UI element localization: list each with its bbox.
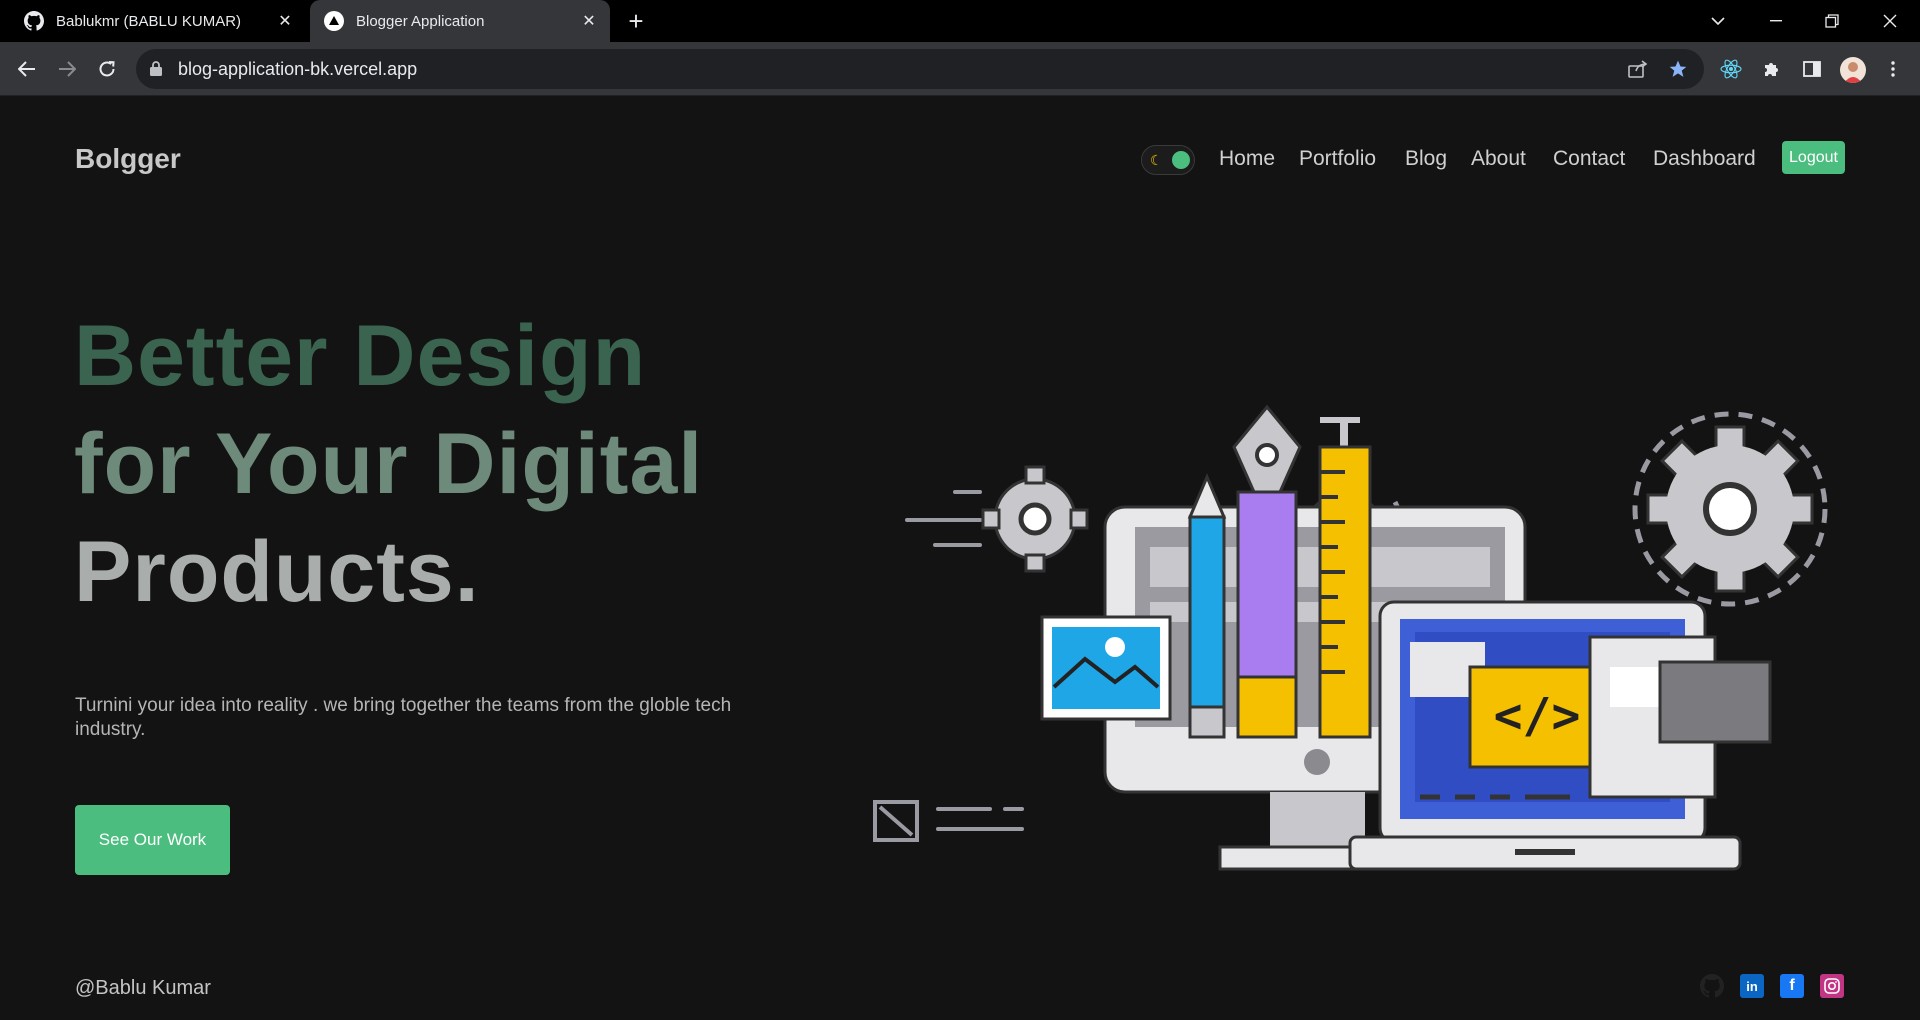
small-gear-icon [981, 465, 1089, 573]
share-icon[interactable] [1626, 57, 1650, 81]
browser-tab-github[interactable]: Bablukmr (BABLU KUMAR) ✕ [10, 0, 306, 42]
hero-title-line-1: Better Design [74, 308, 647, 404]
browser-tab-blogger[interactable]: Blogger Application ✕ [310, 0, 610, 42]
facebook-icon[interactable]: f [1780, 974, 1804, 998]
github-icon [24, 11, 44, 31]
forward-icon[interactable] [52, 54, 82, 84]
marker-icon [1232, 404, 1302, 739]
tab-title: Bablukmr (BABLU KUMAR) [56, 12, 242, 30]
url-text: blog-application-bk.vercel.app [178, 59, 418, 79]
nav-blog[interactable]: Blog [1405, 147, 1447, 171]
profile-avatar[interactable] [1840, 57, 1866, 83]
nav-about[interactable]: About [1471, 147, 1526, 171]
theme-toggle[interactable]: ☾ [1141, 145, 1195, 175]
close-tab-icon[interactable]: ✕ [578, 10, 600, 32]
hero-subtitle: Turnini your idea into reality . we brin… [75, 695, 732, 740]
nav-dashboard[interactable]: Dashboard [1653, 147, 1756, 171]
browser-menu-icon[interactable] [1880, 56, 1906, 82]
image-card-icon [1040, 615, 1172, 721]
side-panel-icon[interactable] [1799, 56, 1825, 82]
instagram-icon[interactable] [1820, 974, 1844, 998]
moon-icon: ☾ [1150, 152, 1163, 168]
nav-contact[interactable]: Contact [1553, 147, 1625, 171]
nav-home[interactable]: Home [1219, 147, 1275, 171]
address-bar[interactable]: blog-application-bk.vercel.app [136, 49, 1704, 89]
hero-title-line-3: Products. [74, 524, 480, 620]
bookmark-star-icon[interactable] [1666, 57, 1690, 81]
close-window-icon[interactable] [1862, 0, 1918, 42]
restore-icon[interactable] [1804, 0, 1860, 42]
react-devtools-icon[interactable] [1718, 56, 1744, 82]
large-gear-icon [1632, 411, 1828, 607]
minimize-icon[interactable] [1748, 0, 1804, 42]
new-tab-icon[interactable]: + [622, 8, 650, 36]
tab-title: Blogger Application [356, 12, 485, 30]
browser-toolbar: blog-application-bk.vercel.app [0, 42, 1920, 96]
site-logo[interactable]: Bolgger [75, 143, 181, 175]
nav-portfolio[interactable]: Portfolio [1299, 147, 1376, 171]
github-icon[interactable] [1700, 974, 1724, 998]
svg-text:</>: </> [1494, 688, 1581, 744]
reload-icon[interactable] [92, 54, 122, 84]
vercel-icon [324, 11, 344, 31]
page-content: Bolgger ☾ Home Portfolio Blog About Cont… [0, 97, 1920, 1020]
tab-search-icon[interactable] [1690, 0, 1746, 42]
linkedin-icon[interactable]: in [1740, 974, 1764, 998]
footer-credit: @Bablu Kumar [75, 977, 211, 999]
toggle-knob [1172, 151, 1190, 169]
laptop-icon: </> [1348, 600, 1772, 871]
logout-button[interactable]: Logout [1782, 141, 1845, 174]
ruler-icon [1318, 445, 1372, 739]
extensions-puzzle-icon[interactable] [1759, 56, 1785, 82]
hero-illustration: </> [873, 404, 1828, 871]
close-tab-icon[interactable]: ✕ [274, 10, 296, 32]
browser-tab-bar: Bablukmr (BABLU KUMAR) ✕ Blogger Applica… [0, 0, 1920, 42]
lock-icon [150, 61, 162, 81]
back-icon[interactable] [12, 54, 42, 84]
pencil-icon [1187, 473, 1227, 739]
see-our-work-button[interactable]: See Our Work [75, 805, 230, 875]
hero-title-line-2: for Your Digital [74, 416, 704, 512]
